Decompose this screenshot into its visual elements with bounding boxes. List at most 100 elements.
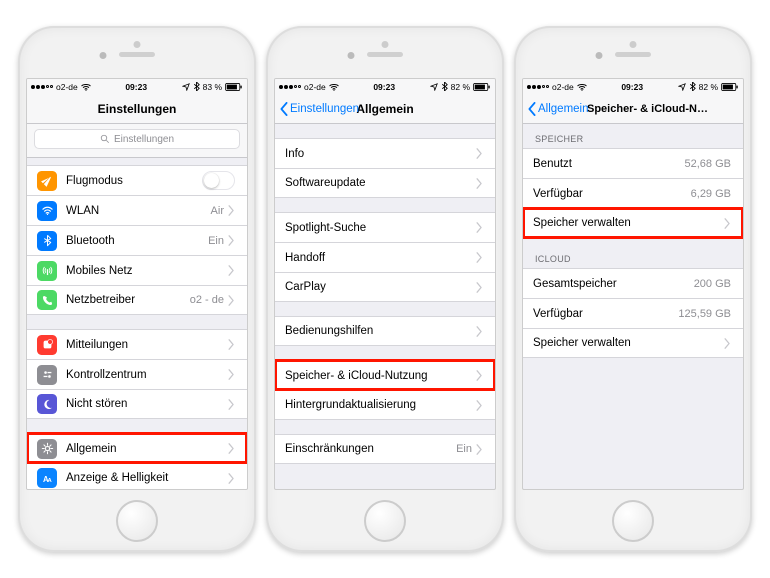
wifi-icon xyxy=(81,83,91,91)
chevron-right-icon xyxy=(476,282,483,293)
back-button[interactable]: Einstellungen xyxy=(279,102,359,116)
location-icon xyxy=(430,83,438,91)
search-wrap: Einstellungen xyxy=(27,124,247,158)
device-frame: o2-de 09:23 83 % Einstellungen Einstellu… xyxy=(18,26,256,552)
wifi-icon xyxy=(37,201,57,221)
row-value: 125,59 GB xyxy=(678,308,731,320)
back-label: Allgemein xyxy=(538,103,589,115)
row-background-refresh[interactable]: Hintergrundaktualisierung xyxy=(275,390,495,420)
screen: o2-de 09:23 82 % Allgemein Speicher- & i… xyxy=(522,78,744,490)
row-software-update[interactable]: Softwareupdate xyxy=(275,168,495,198)
search-input[interactable]: Einstellungen xyxy=(34,129,240,149)
screen: o2-de 09:23 83 % Einstellungen Einstellu… xyxy=(26,78,248,490)
carrier-label: o2-de xyxy=(304,82,326,92)
nav-bar: Einstellungen xyxy=(27,94,247,124)
row-label: Allgemein xyxy=(66,443,228,455)
settings-list[interactable]: SPEICHER Benutzt52,68 GB Verfügbar6,29 G… xyxy=(523,124,743,489)
clock: 09:23 xyxy=(621,82,643,92)
row-carrier[interactable]: Netzbetreiber o2 - de xyxy=(27,285,247,315)
svg-text:A: A xyxy=(47,477,52,483)
speaker xyxy=(615,52,651,57)
nav-bar: Allgemein Speicher- & iCloud-Nutzung xyxy=(523,94,743,124)
status-bar: o2-de 09:23 82 % xyxy=(275,79,495,94)
row-label: Gesamtspeicher xyxy=(533,278,694,290)
battery-icon xyxy=(473,83,491,91)
display-icon: AA xyxy=(37,468,57,488)
row-value: Air xyxy=(211,205,224,217)
chevron-left-icon xyxy=(527,102,537,116)
row-icloud-manage[interactable]: Speicher verwalten xyxy=(523,328,743,358)
chevron-right-icon xyxy=(476,222,483,233)
chevron-right-icon xyxy=(228,339,235,350)
row-label: Handoff xyxy=(285,252,476,264)
row-label: Netzbetreiber xyxy=(66,294,190,306)
phone-settings-root: o2-de 09:23 83 % Einstellungen Einstellu… xyxy=(18,26,256,552)
row-storage-icloud[interactable]: Speicher- & iCloud-Nutzung xyxy=(275,360,495,390)
row-handoff[interactable]: Handoff xyxy=(275,242,495,272)
chevron-right-icon xyxy=(228,473,235,484)
home-button[interactable] xyxy=(364,500,406,542)
phone-icon xyxy=(37,290,57,310)
row-carplay[interactable]: CarPlay xyxy=(275,272,495,302)
row-control-center[interactable]: Kontrollzentrum xyxy=(27,359,247,389)
row-label: Hintergrundaktualisierung xyxy=(285,399,476,411)
bluetooth-icon xyxy=(689,82,696,91)
row-cellular[interactable]: Mobiles Netz xyxy=(27,255,247,285)
bluetooth-icon xyxy=(193,82,200,91)
device-frame: o2-de 09:23 82 % Einstellungen Allgemein xyxy=(266,26,504,552)
gear-icon xyxy=(37,439,57,459)
row-label: CarPlay xyxy=(285,281,476,293)
row-airplane-mode[interactable]: Flugmodus xyxy=(27,165,247,195)
row-label: Bedienungshilfen xyxy=(285,325,476,337)
settings-list[interactable]: Flugmodus WLAN Air Bluetooth Ein xyxy=(27,158,247,489)
chevron-right-icon xyxy=(228,295,235,306)
airplane-toggle[interactable] xyxy=(202,171,235,190)
row-bluetooth[interactable]: Bluetooth Ein xyxy=(27,225,247,255)
row-restrictions[interactable]: EinschränkungenEin xyxy=(275,434,495,464)
row-label: Verfügbar xyxy=(533,308,678,320)
row-label: Mobiles Netz xyxy=(66,265,228,277)
row-display[interactable]: AA Anzeige & Helligkeit xyxy=(27,463,247,489)
chevron-right-icon xyxy=(228,265,235,276)
chevron-right-icon xyxy=(228,369,235,380)
location-icon xyxy=(182,83,190,91)
search-icon xyxy=(100,134,110,144)
chevron-right-icon xyxy=(724,218,731,229)
front-camera xyxy=(100,52,107,59)
chevron-right-icon xyxy=(476,178,483,189)
row-label: Benutzt xyxy=(533,158,685,170)
row-info[interactable]: Info xyxy=(275,138,495,168)
antenna-icon xyxy=(37,261,57,281)
row-wifi[interactable]: WLAN Air xyxy=(27,195,247,225)
battery-pct: 82 % xyxy=(451,82,470,92)
settings-list[interactable]: Info Softwareupdate Spotlight-Suche Hand… xyxy=(275,124,495,489)
row-used: Benutzt52,68 GB xyxy=(523,148,743,178)
back-button[interactable]: Allgemein xyxy=(527,102,589,116)
chevron-right-icon xyxy=(228,443,235,454)
home-button[interactable] xyxy=(612,500,654,542)
row-manage-storage[interactable]: Speicher verwalten xyxy=(523,208,743,238)
signal-dots-icon xyxy=(31,85,53,89)
sensor xyxy=(382,41,389,48)
row-accessibility[interactable]: Bedienungshilfen xyxy=(275,316,495,346)
row-general[interactable]: Allgemein xyxy=(27,433,247,463)
sensor xyxy=(630,41,637,48)
row-notifications[interactable]: Mitteilungen xyxy=(27,329,247,359)
row-value: Ein xyxy=(208,235,224,247)
home-button[interactable] xyxy=(116,500,158,542)
phone-general: o2-de 09:23 82 % Einstellungen Allgemein xyxy=(266,26,504,552)
row-dnd[interactable]: Nicht stören xyxy=(27,389,247,419)
airplane-icon xyxy=(37,171,57,191)
device-frame: o2-de 09:23 82 % Allgemein Speicher- & i… xyxy=(514,26,752,552)
row-icloud-total: Gesamtspeicher200 GB xyxy=(523,268,743,298)
row-label: Verfügbar xyxy=(533,188,691,200)
row-label: Anzeige & Helligkeit xyxy=(66,472,228,484)
chevron-right-icon xyxy=(476,252,483,263)
sensor xyxy=(134,41,141,48)
row-spotlight[interactable]: Spotlight-Suche xyxy=(275,212,495,242)
clock: 09:23 xyxy=(373,82,395,92)
status-bar: o2-de 09:23 82 % xyxy=(523,79,743,94)
page-title: Einstellungen xyxy=(98,102,177,116)
chevron-right-icon xyxy=(228,399,235,410)
back-label: Einstellungen xyxy=(290,103,359,115)
